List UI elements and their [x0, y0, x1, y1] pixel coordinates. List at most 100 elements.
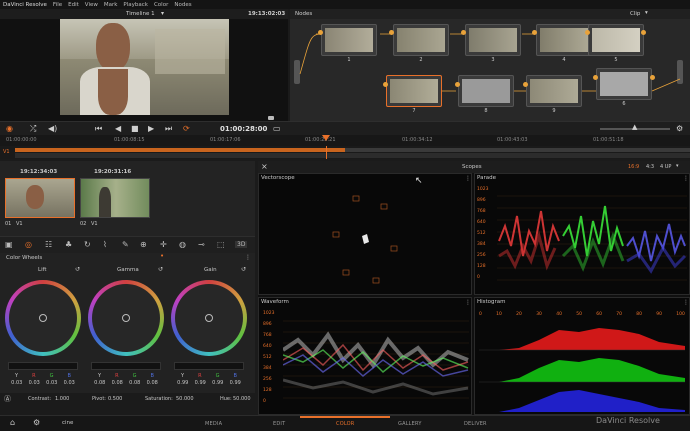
tab-deliver[interactable]: DELIVER	[464, 421, 487, 427]
node-input-dot[interactable]	[593, 75, 598, 80]
more-options-icon[interactable]: ⋮	[465, 299, 471, 306]
primaries-bars-icon[interactable]: ☷	[45, 240, 52, 249]
node-3[interactable]	[465, 24, 521, 56]
clip-menu-icon[interactable]: ◉	[6, 124, 13, 133]
gamma-g-value[interactable]: 0.08	[129, 380, 140, 386]
clip-thumbnail-2[interactable]	[80, 178, 150, 218]
node-input-dot[interactable]	[523, 82, 528, 87]
chevron-down-icon[interactable]: ▾	[676, 163, 679, 169]
home-icon[interactable]: ⌂	[10, 418, 15, 427]
settings-icon[interactable]: ⚙	[676, 124, 683, 133]
menu-file[interactable]: File	[53, 2, 62, 8]
node-output-dot[interactable]	[650, 75, 655, 80]
lift-g-value[interactable]: 0.03	[46, 380, 57, 386]
tab-edit[interactable]: EDIT	[273, 421, 285, 427]
node-1[interactable]	[321, 24, 377, 56]
node-input-dot[interactable]	[383, 82, 388, 87]
gain-r-value[interactable]: 0.99	[195, 380, 206, 386]
gamma-b-value[interactable]: 0.08	[147, 380, 158, 386]
lift-master-slider[interactable]	[8, 362, 78, 370]
node-8[interactable]	[458, 75, 514, 107]
track-clip-1[interactable]	[15, 148, 345, 152]
menu-nodes[interactable]: Nodes	[174, 2, 191, 8]
menu-edit[interactable]: Edit	[68, 2, 79, 8]
menu-mark[interactable]: Mark	[104, 2, 118, 8]
stereo-3d-icon[interactable]: 3D	[235, 241, 248, 248]
skip-back-icon[interactable]: ⏮	[95, 124, 102, 134]
node-input-dot[interactable]	[461, 30, 466, 35]
volume-icon[interactable]: ◀)	[48, 124, 57, 133]
gain-master-slider[interactable]	[174, 362, 244, 370]
sizing-icon[interactable]: ⬚	[217, 240, 225, 249]
play-icon[interactable]: ▶	[148, 124, 154, 133]
more-options-icon[interactable]: ⋮	[683, 175, 689, 182]
node-input-dot[interactable]	[318, 30, 323, 35]
rgb-mixer-icon[interactable]: ♣	[65, 240, 72, 249]
menu-playback[interactable]: Playback	[123, 2, 148, 8]
node-6[interactable]	[596, 68, 652, 100]
loop-icon[interactable]: ⟳	[183, 124, 190, 133]
menu-color[interactable]: Color	[154, 2, 168, 8]
stop-icon[interactable]: ■	[131, 124, 139, 133]
node-5[interactable]	[588, 24, 644, 56]
gamma-y-value[interactable]: 0.08	[94, 380, 105, 386]
gain-y-value[interactable]: 0.99	[177, 380, 188, 386]
chevron-down-icon[interactable]: ▾	[161, 10, 164, 17]
camera-raw-icon[interactable]: ▣	[5, 240, 13, 249]
window-icon[interactable]: ⊕	[140, 240, 147, 249]
key-icon[interactable]: ⊸	[198, 240, 205, 249]
node-4[interactable]	[536, 24, 592, 56]
pivot-value[interactable]: 0.500	[108, 396, 122, 402]
mode-indicator-dot[interactable]: •	[160, 252, 164, 260]
node-input-dot[interactable]	[532, 30, 537, 35]
tracker-icon[interactable]: ✛	[160, 240, 167, 249]
timeline-selector[interactable]: Timeline 1	[126, 11, 155, 17]
node-mode-selector[interactable]: Clip	[630, 11, 640, 17]
lift-b-value[interactable]: 0.03	[64, 380, 75, 386]
lift-y-value[interactable]: 0.03	[11, 380, 22, 386]
step-back-icon[interactable]: ◀	[115, 124, 121, 133]
gamma-wheel[interactable]	[88, 280, 164, 356]
blur-icon[interactable]: ◍	[179, 240, 186, 249]
node-7[interactable]	[386, 75, 442, 107]
node-output-dot[interactable]	[641, 30, 646, 35]
reset-icon[interactable]: ↺	[75, 266, 80, 273]
settings-icon[interactable]: ⚙	[33, 418, 40, 427]
node-input-dot[interactable]	[389, 30, 394, 35]
lift-values[interactable]: 0.03 0.03 0.03 0.03	[8, 380, 78, 386]
lift-r-value[interactable]: 0.03	[29, 380, 40, 386]
aspect-16-9[interactable]: 16:9	[628, 164, 639, 170]
curves-icon[interactable]: ⌇	[103, 240, 107, 249]
chevron-down-icon[interactable]: ▾	[645, 10, 648, 16]
gain-wheel[interactable]	[171, 280, 247, 356]
tab-media[interactable]: MEDIA	[205, 421, 222, 427]
qualifier-icon[interactable]: ✎	[122, 240, 129, 249]
color-wheels-icon[interactable]: ◎	[25, 240, 32, 249]
gain-b-value[interactable]: 0.99	[230, 380, 241, 386]
grab-still-icon[interactable]: ▭	[273, 124, 281, 133]
reset-icon[interactable]: ↺	[158, 266, 163, 273]
hue-value[interactable]: 50.000	[233, 396, 251, 402]
tab-gallery[interactable]: GALLERY	[398, 421, 422, 427]
menu-app[interactable]: DaVinci Resolve	[3, 2, 47, 8]
gain-g-value[interactable]: 0.99	[212, 380, 223, 386]
gamma-values[interactable]: 0.08 0.08 0.08 0.08	[91, 380, 161, 386]
node-input-dot[interactable]	[455, 82, 460, 87]
skip-forward-icon[interactable]: ⏭	[165, 124, 172, 134]
aspect-4-3[interactable]: 4:3	[646, 164, 654, 170]
clip-thumbnail-1[interactable]	[5, 178, 75, 218]
reset-icon[interactable]: ↺	[241, 266, 246, 273]
node-input-dot[interactable]	[585, 30, 590, 35]
more-options-icon[interactable]: ⋮	[245, 254, 251, 261]
motion-icon[interactable]: ↻	[84, 240, 91, 249]
gamma-master-slider[interactable]	[91, 362, 161, 370]
saturation-value[interactable]: 50.000	[176, 396, 194, 402]
contrast-value[interactable]: 1.000	[55, 396, 69, 402]
lift-wheel[interactable]	[5, 280, 81, 356]
viewer-scrub-handle[interactable]	[268, 116, 274, 120]
node-2[interactable]	[393, 24, 449, 56]
scope-layout-selector[interactable]: 4 UP	[660, 164, 671, 170]
menu-view[interactable]: View	[85, 2, 98, 8]
zoom-slider-handle[interactable]: ▲	[632, 123, 637, 131]
shuffle-icon[interactable]: ⤮	[30, 124, 36, 134]
